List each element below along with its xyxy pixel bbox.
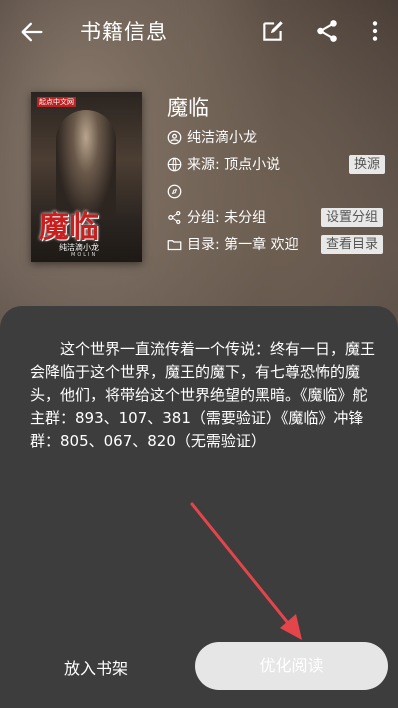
link-row[interactable] <box>167 180 187 202</box>
group-row: 分组: 未分组 <box>167 206 266 228</box>
share-icon[interactable] <box>314 18 340 44</box>
view-toc-button[interactable]: 查看目录 <box>321 235 384 254</box>
book-title: 魔临 <box>167 96 209 120</box>
red-arrow-annotation <box>190 502 302 640</box>
book-introduction: 这个世界一直流传着一个传说：终有一日，魔王会降临于这个世界，魔王的魔下，有七尊恐… <box>30 340 376 450</box>
group-icon <box>168 210 181 224</box>
page-title: 书籍信息 <box>80 20 168 44</box>
add-to-shelf-button[interactable]: 放入书架 <box>64 655 128 679</box>
toc-label: 目录: 第一章 欢迎 <box>187 237 299 253</box>
back-arrow-icon[interactable] <box>18 18 46 46</box>
edit-icon[interactable] <box>260 18 286 44</box>
compass-icon <box>167 184 182 198</box>
cover-title: 魔临 <box>39 210 99 245</box>
toc-row: 目录: 第一章 欢迎 <box>167 233 299 255</box>
cover-publisher-tag: 起点中文网 <box>37 97 76 107</box>
book-cover[interactable]: 起点中文网 魔临 纯洁滴小龙 MOLIN <box>31 92 142 262</box>
cover-english: MOLIN <box>71 252 98 258</box>
set-group-button[interactable]: 设置分组 <box>321 208 384 227</box>
source-label: 来源: 顶点小说 <box>187 157 281 173</box>
person-icon <box>167 130 182 144</box>
start-reading-button[interactable]: 优化阅读 <box>195 642 388 690</box>
folder-icon <box>167 239 182 250</box>
group-label: 分组: 未分组 <box>187 210 267 226</box>
author-label: 纯洁滴小龙 <box>187 130 257 146</box>
author-row[interactable]: 纯洁滴小龙 <box>167 126 257 148</box>
change-source-button[interactable]: 换源 <box>349 155 386 174</box>
source-row: 来源: 顶点小说 <box>167 153 280 175</box>
top-bar: 书籍信息 <box>0 0 398 64</box>
globe-icon <box>167 157 182 171</box>
more-options-icon[interactable] <box>362 18 388 44</box>
